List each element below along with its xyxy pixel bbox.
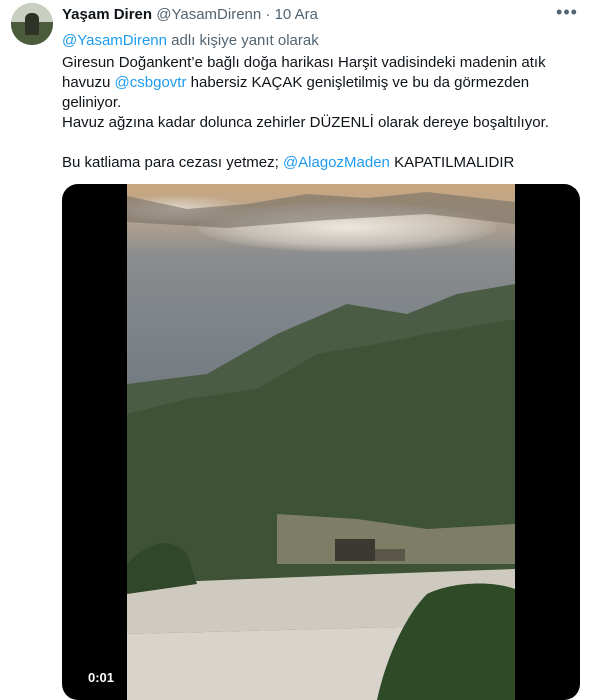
author-name[interactable]: Yaşam Diren xyxy=(62,6,152,23)
mention-alagozmaden[interactable]: @AlagozMaden xyxy=(283,154,390,171)
reply-to-suffix: adlı kişiye yanıt olarak xyxy=(171,32,319,49)
reply-to-handle[interactable]: @YasamDirenn xyxy=(62,32,167,49)
author-handle[interactable]: @YasamDirenn xyxy=(156,6,261,23)
tweet-text: Giresun Doğankent’e bağlı doğa harikası … xyxy=(62,53,582,173)
reply-context: @YasamDirenn adlı kişiye yanıt olarak xyxy=(62,31,319,51)
tweet-text-segment: Bu katliama para cezası yetmez; xyxy=(62,154,283,171)
more-dots-icon[interactable]: ••• xyxy=(555,3,579,25)
video-frame xyxy=(127,184,515,700)
header-separator: · xyxy=(265,6,271,23)
tweet-paragraph-3: Bu katliama para cezası yetmez; @AlagozM… xyxy=(62,153,582,173)
tweet-paragraph-1: Giresun Doğankent’e bağlı doğa harikası … xyxy=(62,53,582,113)
landscape-illustration xyxy=(127,192,515,700)
avatar-figure xyxy=(25,13,39,35)
video-player[interactable] xyxy=(62,184,580,700)
tweet-text-segment: KAPATILMALIDIR xyxy=(389,154,515,171)
tweet-header: Yaşam Diren @YasamDirenn · 10 Ara xyxy=(62,5,318,25)
mention-csbgovtr[interactable]: @csbgovtr xyxy=(115,74,187,91)
video-timestamp: 0:01 xyxy=(82,668,121,688)
tweet-spacer xyxy=(62,133,582,153)
tweet-paragraph-2: Havuz ağzına kadar dolunca zehirler DÜZE… xyxy=(62,114,549,131)
tweet-date[interactable]: 10 Ara xyxy=(275,6,318,23)
avatar[interactable] xyxy=(11,3,53,45)
